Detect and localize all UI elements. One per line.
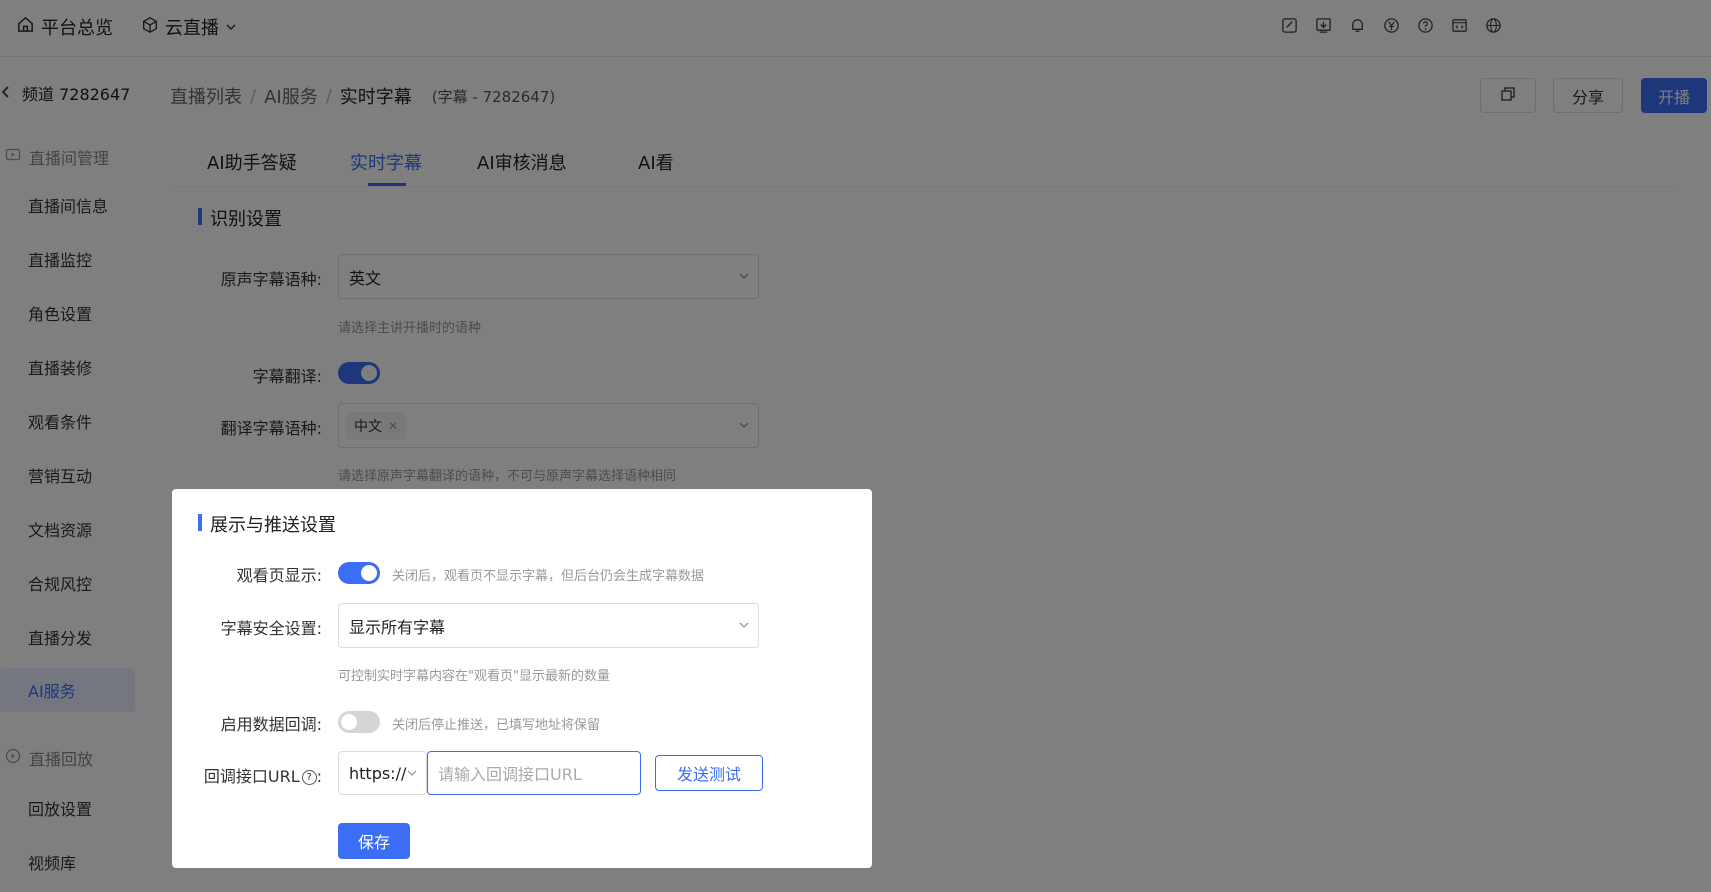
save-button[interactable]: 保存 (338, 823, 410, 859)
callback-label: 启用数据回调: (220, 715, 322, 734)
display-settings-panel: 展示与推送设置 观看页显示: 关闭后，观看页不显示字幕，但后台仍会生成字幕数据 … (172, 489, 872, 868)
chevron-down-icon (738, 616, 750, 635)
protocol-value: https:// (349, 763, 407, 783)
safety-label: 字幕安全设置: (220, 619, 322, 638)
safety-value: 显示所有字幕 (349, 617, 446, 637)
toggle-knob (361, 565, 377, 581)
toggle-knob (341, 714, 357, 730)
callback-url-input[interactable]: 请输入回调接口URL (427, 751, 641, 795)
section-title-display: 展示与推送设置 (198, 511, 336, 537)
viewer-display-label: 观看页显示: (236, 566, 322, 585)
protocol-select[interactable]: https:// (338, 751, 427, 795)
callback-hint: 关闭后停止推送，已填写地址将保留 (392, 718, 601, 733)
viewer-display-hint: 关闭后，观看页不显示字幕，但后台仍会生成字幕数据 (392, 569, 705, 584)
help-icon[interactable]: ? (301, 770, 317, 785)
callback-toggle[interactable] (338, 711, 380, 733)
safety-hint: 可控制实时字幕内容在"观看页"显示最新的数量 (338, 669, 610, 684)
label-colon: : (316, 767, 322, 786)
viewer-display-toggle[interactable] (338, 562, 380, 584)
chevron-down-icon (406, 764, 418, 783)
send-test-button[interactable]: 发送测试 (655, 755, 763, 791)
callback-url-label: 回调接口URL?: (172, 763, 322, 787)
callback-url-label-text: 回调接口URL (203, 767, 300, 786)
safety-select[interactable]: 显示所有字幕 (338, 603, 759, 648)
